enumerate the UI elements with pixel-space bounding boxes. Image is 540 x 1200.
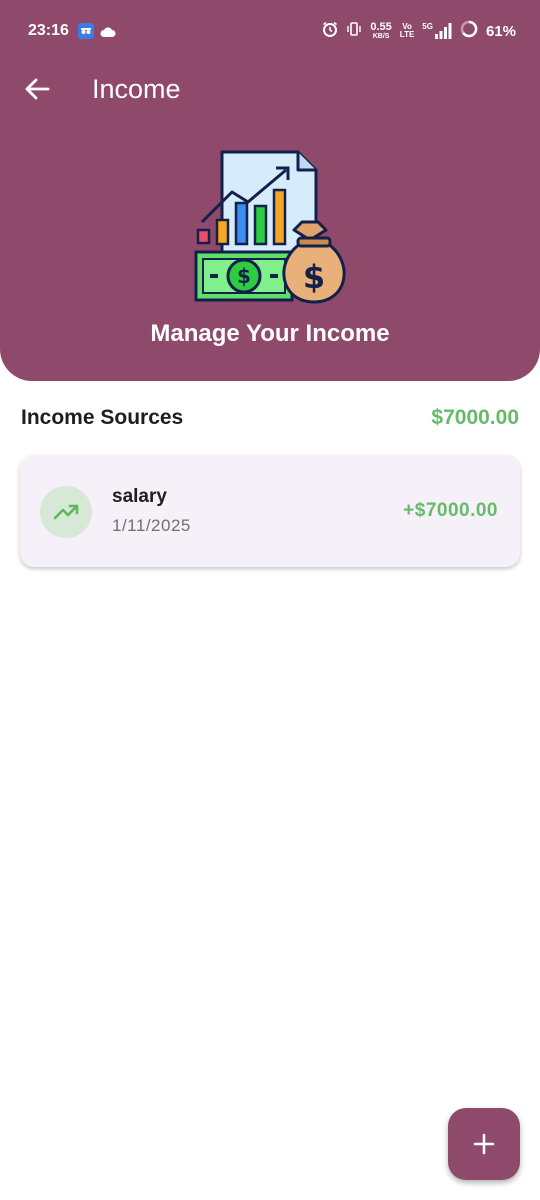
network-type: 5G <box>422 22 433 31</box>
back-button[interactable] <box>20 72 54 106</box>
battery-icon <box>460 20 478 42</box>
arrow-left-icon <box>25 78 50 100</box>
alarm-icon <box>322 21 338 41</box>
status-time: 23:16 <box>28 22 69 39</box>
income-illustration: $ $ <box>190 148 350 308</box>
volte-indicator: Vo LTE <box>400 23 415 39</box>
signal-icon: 5G <box>422 23 452 39</box>
income-item-name: salary <box>112 486 167 507</box>
status-right-group: 0.55 KB/S Vo LTE 5G 61% <box>322 20 516 42</box>
income-sources-title: Income Sources <box>21 406 184 429</box>
vibrate-icon <box>346 21 362 41</box>
status-bar: 23:16 0.55 KB/S Vo LTE 5G 61% <box>0 0 540 62</box>
net-speed-unit: KB/S <box>372 33 390 40</box>
income-item-date: 1/11/2025 <box>112 516 191 535</box>
notification-icons <box>78 23 116 44</box>
page-title: Income <box>92 74 181 104</box>
plus-icon <box>473 1133 495 1155</box>
battery-level: 61% <box>485 22 516 40</box>
income-sources-header: Income Sources $7000.00 <box>20 402 520 434</box>
app-notification-icon <box>78 23 94 44</box>
add-income-button[interactable] <box>448 1108 520 1180</box>
income-total: $7000.00 <box>431 406 519 429</box>
net-speed-value: 0.55 <box>370 21 392 33</box>
cloud-icon <box>100 25 116 43</box>
hero-title: Manage Your Income <box>150 320 390 347</box>
income-header: 23:16 0.55 KB/S Vo LTE 5G 61% Income $ $… <box>0 0 540 381</box>
net-speed: 0.55 KB/S <box>370 21 392 41</box>
app-bar: Income <box>0 62 540 118</box>
income-item-amount: +$7000.00 <box>403 500 498 521</box>
volte-bottom: LTE <box>399 30 415 39</box>
svg-text:$: $ <box>303 258 325 296</box>
income-item-card[interactable]: salary 1/11/2025 +$7000.00 <box>20 455 520 567</box>
trending-up-icon <box>40 486 92 538</box>
svg-text:$: $ <box>237 264 251 288</box>
